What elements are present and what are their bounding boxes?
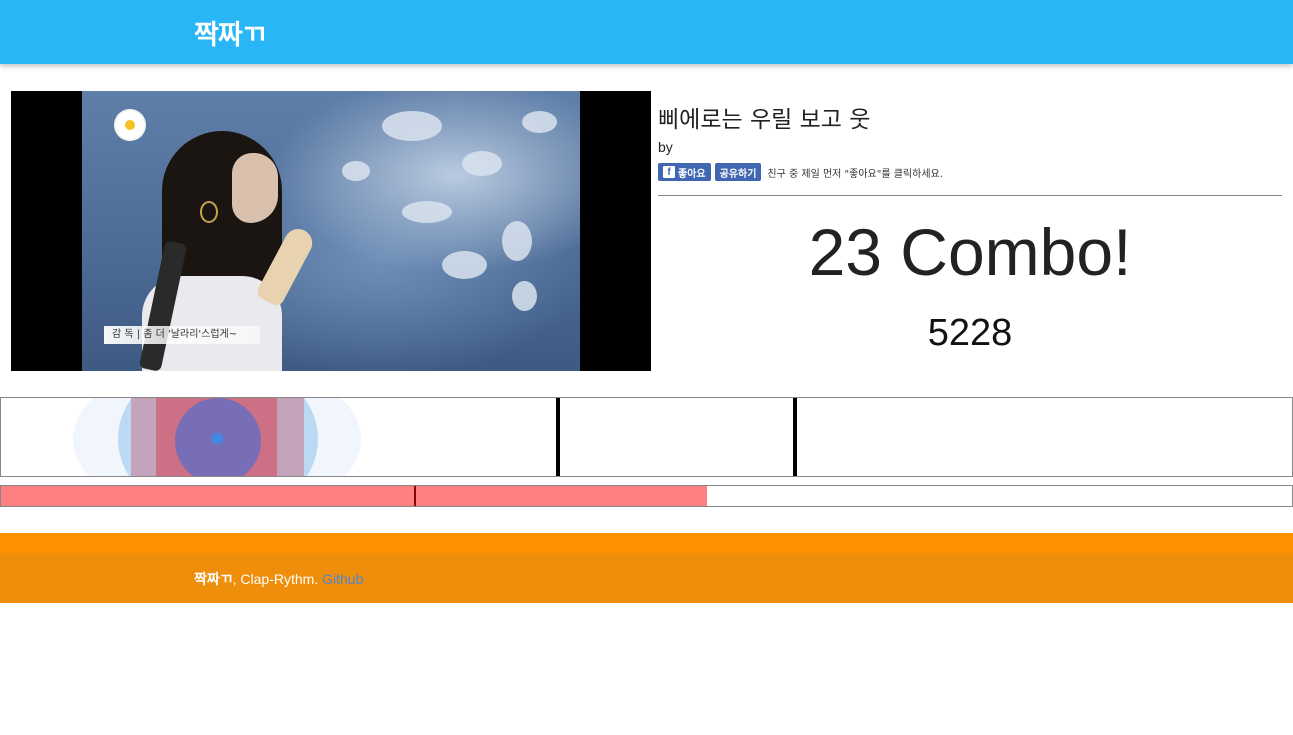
facebook-like-button[interactable]: f 좋아요	[658, 163, 711, 181]
facebook-icon: f	[663, 166, 675, 178]
facebook-note: 친구 중 제일 먼저 "좋아요"를 클릭하세요.	[767, 168, 943, 180]
score-display: 5228	[927, 312, 1013, 354]
beat-note	[556, 398, 560, 476]
divider	[658, 195, 1282, 196]
beat-note	[793, 398, 797, 476]
facebook-share-button[interactable]: 공유하기	[714, 163, 762, 181]
channel-logo-icon	[116, 111, 144, 139]
app-header: 짝짜ㄲ	[0, 0, 1293, 64]
like-label: 좋아요	[678, 168, 706, 180]
share-label: 공유하기	[719, 168, 757, 180]
github-link[interactable]: Github	[322, 571, 363, 587]
facebook-widget: f 좋아요 공유하기 친구 중 제일 먼저 "좋아요"를 클릭하세요.	[658, 163, 943, 181]
video-player[interactable]: 감 독 | 좀 더 '날라리'스럽게~	[11, 91, 651, 371]
progress-fill	[1, 486, 708, 506]
footer-brand: 짝짜ㄲ	[194, 572, 233, 588]
brand-logo[interactable]: 짝짜ㄲ	[194, 13, 267, 52]
song-title: 삐에로는 우릴 보고 웃	[658, 107, 871, 133]
song-artist: by	[658, 139, 673, 155]
song-progress-bar[interactable]	[0, 485, 1293, 507]
footer-accent-bar	[0, 533, 1293, 553]
combo-counter: 23 Combo!	[808, 215, 1132, 289]
footer-description: , Clap-Rythm.	[232, 571, 323, 587]
app-footer: 짝짜ㄲ, Clap-Rythm. Github	[0, 553, 1293, 603]
video-frame[interactable]: 감 독 | 좀 더 '날라리'스럽게~	[82, 91, 580, 371]
footer-text: 짝짜ㄲ, Clap-Rythm. Github	[194, 569, 363, 589]
hit-cursor-dot	[212, 433, 223, 444]
rhythm-track[interactable]	[0, 397, 1293, 477]
progress-marker	[414, 486, 417, 506]
video-subtitle: 감 독 | 좀 더 '날라리'스럽게~	[104, 326, 260, 344]
